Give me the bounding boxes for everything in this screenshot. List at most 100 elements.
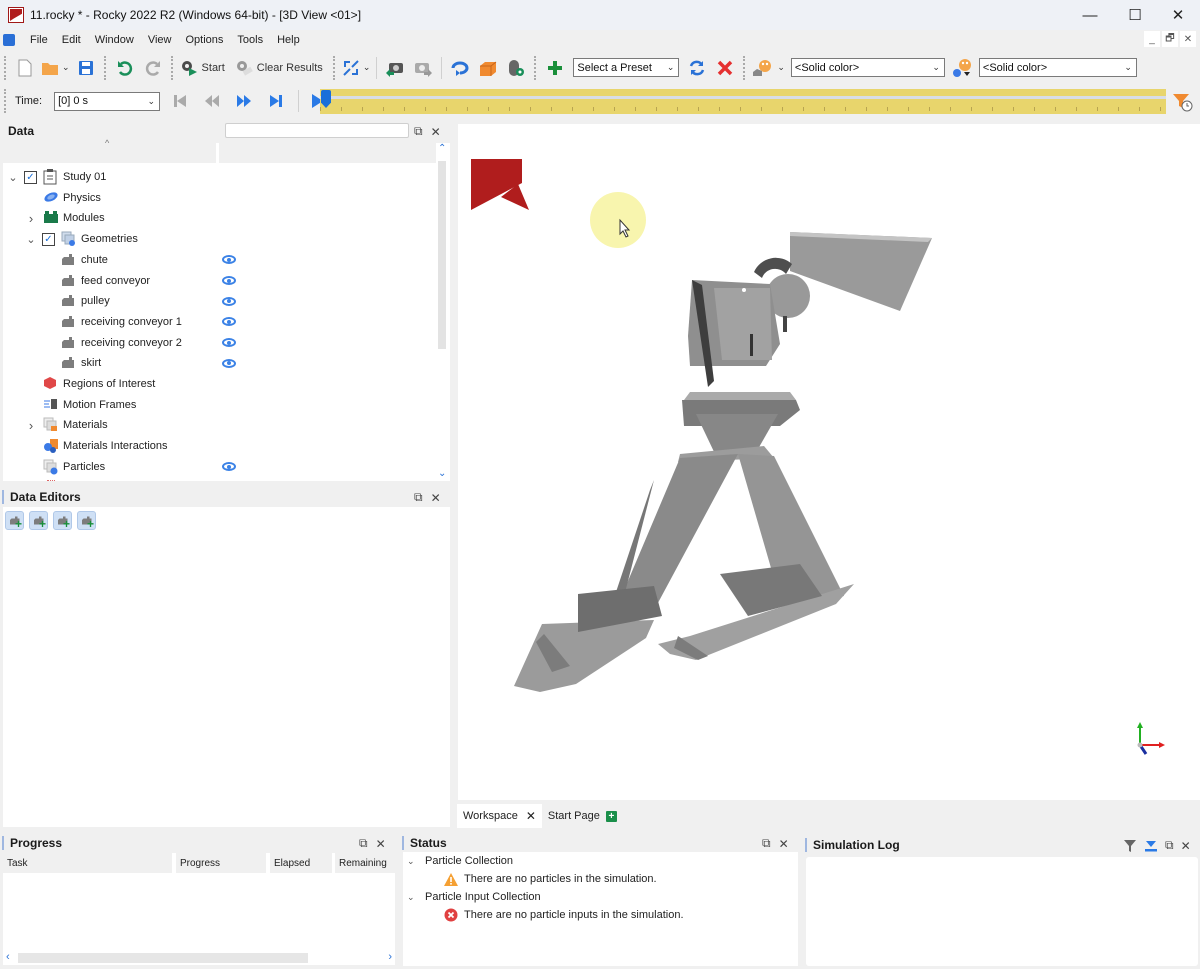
mdi-restore-button[interactable]: 🗗 [1162, 31, 1178, 47]
tree-item-geometries[interactable]: ⌄ ✓ Geometries [3, 229, 436, 249]
rotate-view-button[interactable] [448, 55, 472, 81]
tree-item-physics[interactable]: Physics [3, 188, 436, 208]
tree-column-header-value[interactable] [219, 143, 436, 163]
visibility-checkbox[interactable]: ✓ [24, 170, 37, 184]
visibility-checkbox[interactable]: ✓ [42, 232, 55, 246]
float-panel-icon[interactable]: ⧉ [414, 124, 423, 139]
tab-workspace[interactable]: Workspace ✕ [457, 804, 542, 828]
minimize-button[interactable]: — [1068, 0, 1112, 30]
save-button[interactable] [74, 55, 98, 81]
collapse-chevron-icon[interactable]: ⌄ [25, 233, 37, 246]
eye-visibility-icon[interactable] [222, 255, 236, 265]
mouse-settings-button[interactable] [504, 55, 528, 81]
scroll-up-icon[interactable]: ⌃ [438, 143, 446, 154]
menu-options[interactable]: Options [178, 34, 230, 46]
add-custom-geometry-button[interactable] [53, 511, 72, 531]
geometry-color-select[interactable]: <Solid color> ⌄ [790, 58, 945, 77]
tree-item-receiving-conveyor-1[interactable]: receiving conveyor 1 [3, 312, 436, 332]
float-panel-icon[interactable]: ⧉ [762, 836, 771, 851]
eye-visibility-icon[interactable] [222, 358, 236, 368]
tree-item-particles[interactable]: Particles [3, 457, 436, 477]
add-geometry-button[interactable] [5, 511, 24, 531]
status-item-error[interactable]: There are no particle inputs in the simu… [444, 906, 684, 924]
tree-scrollbar[interactable]: ⌃ ⌄ [436, 143, 450, 481]
tree-item-materials[interactable]: › Materials [3, 415, 436, 435]
tree-item-motion-frames[interactable]: Motion Frames [3, 395, 436, 415]
3d-viewport[interactable] [458, 124, 1200, 800]
close-button[interactable]: ✕ [1156, 0, 1200, 30]
tree-item-regions-of-interest[interactable]: Regions of Interest [3, 374, 436, 394]
scroll-to-bottom-icon[interactable] [1144, 839, 1158, 853]
camera-redo-button[interactable] [411, 55, 435, 81]
timeline-thumb[interactable] [321, 90, 331, 108]
menu-view[interactable]: View [141, 34, 179, 46]
float-panel-icon[interactable]: ⧉ [414, 490, 423, 505]
redo-button[interactable] [141, 55, 165, 81]
tree-item-study-01[interactable]: ⌄ ✓ Study 01 [3, 167, 436, 187]
eye-visibility-icon[interactable] [222, 296, 236, 306]
collapse-chevron-icon[interactable]: ⌄ [407, 856, 421, 867]
eye-visibility-icon[interactable] [222, 317, 236, 327]
mdi-minimize-button[interactable]: _ [1144, 31, 1160, 47]
tree-item-pulley[interactable]: pulley [3, 291, 436, 311]
time-filter-button[interactable] [1172, 92, 1194, 115]
menu-tools[interactable]: Tools [230, 34, 270, 46]
close-panel-icon[interactable]: ✕ [376, 837, 386, 851]
camera-undo-button[interactable] [383, 55, 407, 81]
status-group-particle-collection[interactable]: ⌄ Particle Collection [407, 852, 513, 870]
tree-scrollbar-thumb[interactable] [438, 161, 446, 349]
collapse-chevron-icon[interactable]: ⌄ [407, 892, 421, 903]
tree-item-receiving-conveyor-2[interactable]: receiving conveyor 2 [3, 333, 436, 353]
tree-item-modules[interactable]: › Modules [3, 208, 436, 228]
toolbar-grip[interactable] [332, 55, 336, 80]
tree-item-feed-conveyor[interactable]: feed conveyor [3, 271, 436, 291]
maximize-button[interactable]: ☐ [1113, 0, 1157, 30]
column-header-remaining[interactable]: Remaining [335, 853, 395, 873]
eye-visibility-icon[interactable] [222, 276, 236, 285]
status-item-warning[interactable]: There are no particles in the simulation… [444, 870, 657, 888]
column-header-task[interactable]: Task [3, 853, 172, 873]
float-panel-icon[interactable]: ⧉ [1165, 838, 1174, 853]
status-group-particle-input-collection[interactable]: ⌄ Particle Input Collection [407, 888, 541, 906]
add-conveyor-button[interactable] [77, 511, 96, 531]
first-frame-button[interactable] [168, 88, 192, 114]
new-file-button[interactable] [13, 55, 37, 81]
preset-select[interactable]: Select a Preset ⌄ [573, 58, 680, 77]
eye-visibility-icon[interactable] [222, 338, 236, 348]
tree-item-skirt[interactable]: skirt [3, 353, 436, 373]
close-panel-icon[interactable]: ✕ [431, 125, 441, 139]
close-panel-icon[interactable]: ✕ [431, 491, 441, 505]
scroll-left-icon[interactable]: ‹ [6, 951, 10, 963]
toolbar-grip[interactable] [534, 55, 537, 80]
fit-view-button[interactable]: ⌄ [342, 55, 370, 81]
tree-column-header-name[interactable]: ^ [3, 138, 216, 163]
filter-icon[interactable] [1123, 839, 1137, 853]
toolbar-grip[interactable] [743, 55, 746, 80]
menu-window[interactable]: Window [88, 34, 141, 46]
mdi-close-button[interactable]: ✕ [1180, 31, 1196, 47]
toolbar-grip[interactable] [4, 89, 7, 113]
scroll-right-icon[interactable]: › [388, 951, 392, 963]
last-frame-button[interactable] [264, 88, 288, 114]
particle-coloring-button[interactable] [951, 55, 975, 81]
add-surface-button[interactable] [29, 511, 48, 531]
particle-color-select[interactable]: <Solid color> ⌄ [978, 58, 1137, 77]
geometry-coloring-button[interactable]: ⌄ [752, 55, 785, 81]
close-panel-icon[interactable]: ✕ [1181, 839, 1191, 853]
timeline-slider[interactable] [320, 89, 1166, 114]
column-header-elapsed[interactable]: Elapsed [270, 853, 332, 873]
new-tab-plus-icon[interactable]: + [605, 810, 617, 822]
scroll-down-icon[interactable]: ⌄ [438, 468, 446, 479]
delete-preset-button[interactable] [713, 55, 737, 81]
eye-visibility-icon[interactable] [222, 462, 236, 472]
tree-item-materials-interactions[interactable]: Materials Interactions [3, 436, 436, 456]
start-button[interactable]: Start [180, 55, 225, 81]
tree-item-chute[interactable]: chute [3, 250, 436, 270]
menu-help[interactable]: Help [270, 34, 307, 46]
box-view-button[interactable] [476, 55, 500, 81]
undo-button[interactable] [113, 55, 137, 81]
tab-start-page[interactable]: Start Page + [542, 804, 623, 828]
rewind-button[interactable] [200, 88, 224, 114]
column-header-progress[interactable]: Progress [176, 853, 266, 873]
open-folder-button[interactable]: ⌄ [41, 55, 70, 81]
